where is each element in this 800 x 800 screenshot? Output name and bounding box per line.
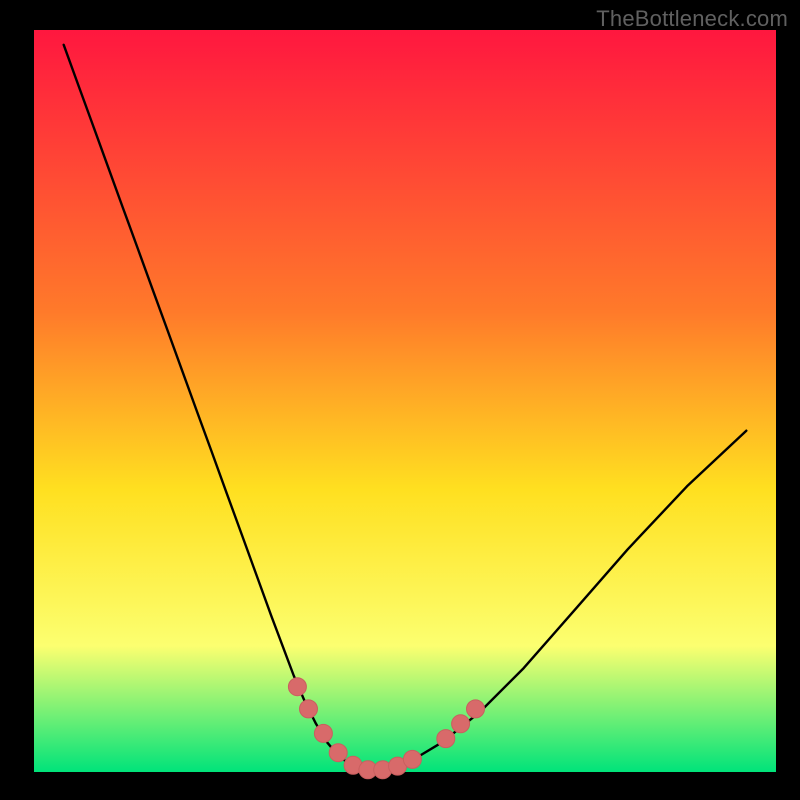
chart-container: { "watermark": "TheBottleneck.com", "col…: [0, 0, 800, 800]
marker-point: [437, 730, 455, 748]
marker-point: [452, 715, 470, 733]
marker-point: [467, 700, 485, 718]
marker-point: [300, 700, 318, 718]
marker-point: [288, 678, 306, 696]
marker-point: [314, 724, 332, 742]
marker-point: [329, 744, 347, 762]
plot-background: [34, 30, 776, 772]
bottleneck-chart: [0, 0, 800, 800]
watermark-text: TheBottleneck.com: [596, 6, 788, 32]
marker-point: [403, 750, 421, 768]
